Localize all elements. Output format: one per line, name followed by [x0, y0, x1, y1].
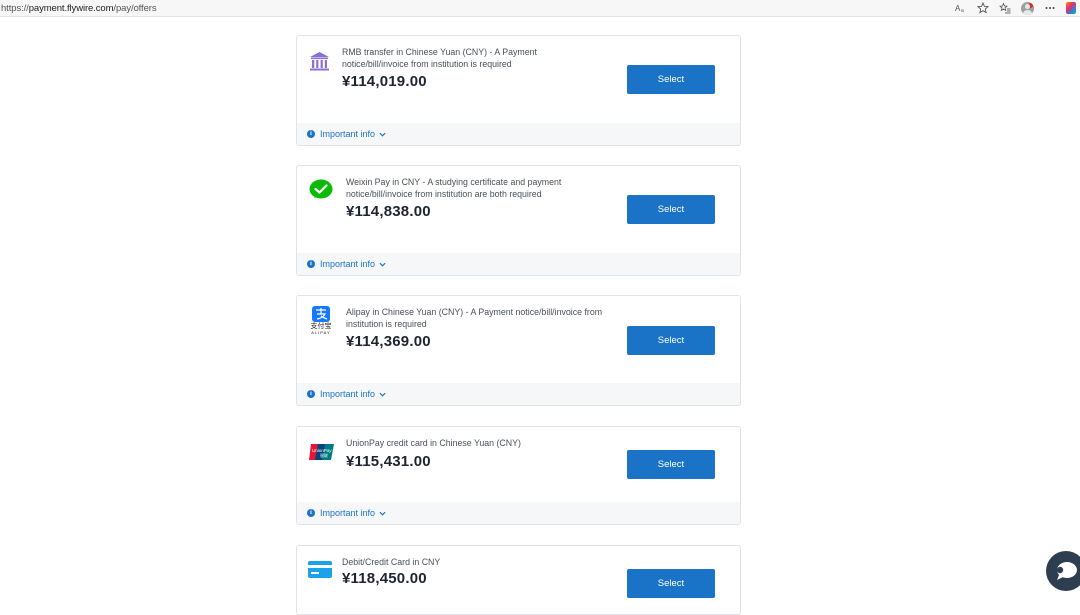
offer-amount: ¥114,019.00	[342, 73, 427, 90]
important-info-toggle[interactable]: i Important info	[297, 253, 740, 275]
offer-amount: ¥114,838.00	[346, 203, 431, 220]
offer-card-weixin-pay: Weixin Pay in CNY - A studying certifica…	[296, 165, 741, 276]
offer-title: Weixin Pay in CNY - A studying certifica…	[346, 177, 562, 199]
important-info-toggle[interactable]: i Important info	[297, 383, 740, 405]
info-icon: i	[307, 130, 315, 138]
credit-card-icon	[308, 561, 332, 583]
offer-title: Debit/Credit Card in CNY	[342, 557, 441, 567]
url-path: /pay/offers	[113, 2, 157, 14]
important-info-label: Important info	[320, 508, 376, 518]
info-icon: i	[307, 509, 315, 517]
select-button[interactable]: Select	[627, 569, 715, 598]
offer-card-debit-credit: Debit/Credit Card in CNY ¥118,450.00 Sel…	[296, 545, 741, 615]
important-info-label: Important info	[320, 389, 376, 399]
alipay-logo-mark	[312, 306, 330, 322]
more-options-icon[interactable]	[1044, 2, 1056, 14]
browser-actions: Aa	[955, 0, 1080, 16]
offer-card-unionpay: UnionPay 银联 UnionPay credit card in Chin…	[296, 426, 741, 525]
favorites-list-icon[interactable]	[999, 2, 1011, 14]
bank-icon	[309, 51, 330, 77]
svg-text:a: a	[961, 8, 964, 14]
url-host: payment.flywire.com	[28, 2, 114, 14]
alipay-logo-subtext: ALIPAY	[311, 330, 331, 335]
url-scheme: https://	[1, 2, 29, 14]
chat-widget-button[interactable]	[1046, 551, 1080, 591]
offer-title: RMB transfer in Chinese Yuan (CNY) - A P…	[342, 47, 537, 69]
select-button[interactable]: Select	[627, 195, 715, 224]
alipay-logo-text: 支付宝	[310, 322, 332, 330]
select-button[interactable]: Select	[627, 450, 715, 479]
select-button[interactable]: Select	[627, 65, 715, 94]
unionpay-logo-subtext: 银联	[320, 452, 328, 458]
offer-title: UnionPay credit card in Chinese Yuan (CN…	[346, 438, 521, 448]
info-icon: i	[307, 390, 315, 398]
offer-amount: ¥118,450.00	[342, 570, 427, 587]
offer-amount: ¥114,369.00	[346, 333, 431, 350]
offer-title: Alipay in Chinese Yuan (CNY) - A Payment…	[346, 307, 603, 329]
read-aloud-icon[interactable]: Aa	[955, 2, 967, 14]
select-button[interactable]: Select	[627, 326, 715, 355]
wechat-icon	[309, 179, 333, 206]
unionpay-icon: UnionPay 银联	[309, 444, 334, 465]
chevron-down-icon	[379, 262, 386, 267]
info-icon: i	[307, 260, 315, 268]
chevron-down-icon	[379, 511, 386, 516]
offer-card-alipay: 支付宝 ALIPAY Alipay in Chinese Yuan (CNY) …	[296, 295, 741, 406]
browser-toolbar: https://payment.flywire.com/pay/offers A…	[0, 0, 1080, 17]
offer-card-rmb-transfer: RMB transfer in Chinese Yuan (CNY) - A P…	[296, 35, 741, 146]
profile-avatar-icon[interactable]	[1021, 1, 1034, 15]
important-info-toggle[interactable]: i Important info	[297, 123, 740, 145]
favorite-star-icon[interactable]	[977, 2, 989, 14]
notification-dot	[1028, 2, 1033, 8]
offer-amount: ¥115,431.00	[346, 453, 431, 470]
important-info-label: Important info	[320, 259, 376, 269]
address-bar[interactable]: https://payment.flywire.com/pay/offers	[0, 3, 157, 14]
chevron-down-icon	[379, 392, 386, 397]
extension-icon[interactable]	[1066, 2, 1076, 14]
chevron-down-icon	[379, 132, 386, 137]
alipay-icon: 支付宝 ALIPAY	[310, 306, 332, 335]
chat-icon	[1056, 562, 1077, 580]
important-info-toggle[interactable]: i Important info	[297, 502, 740, 524]
important-info-label: Important info	[320, 129, 376, 139]
